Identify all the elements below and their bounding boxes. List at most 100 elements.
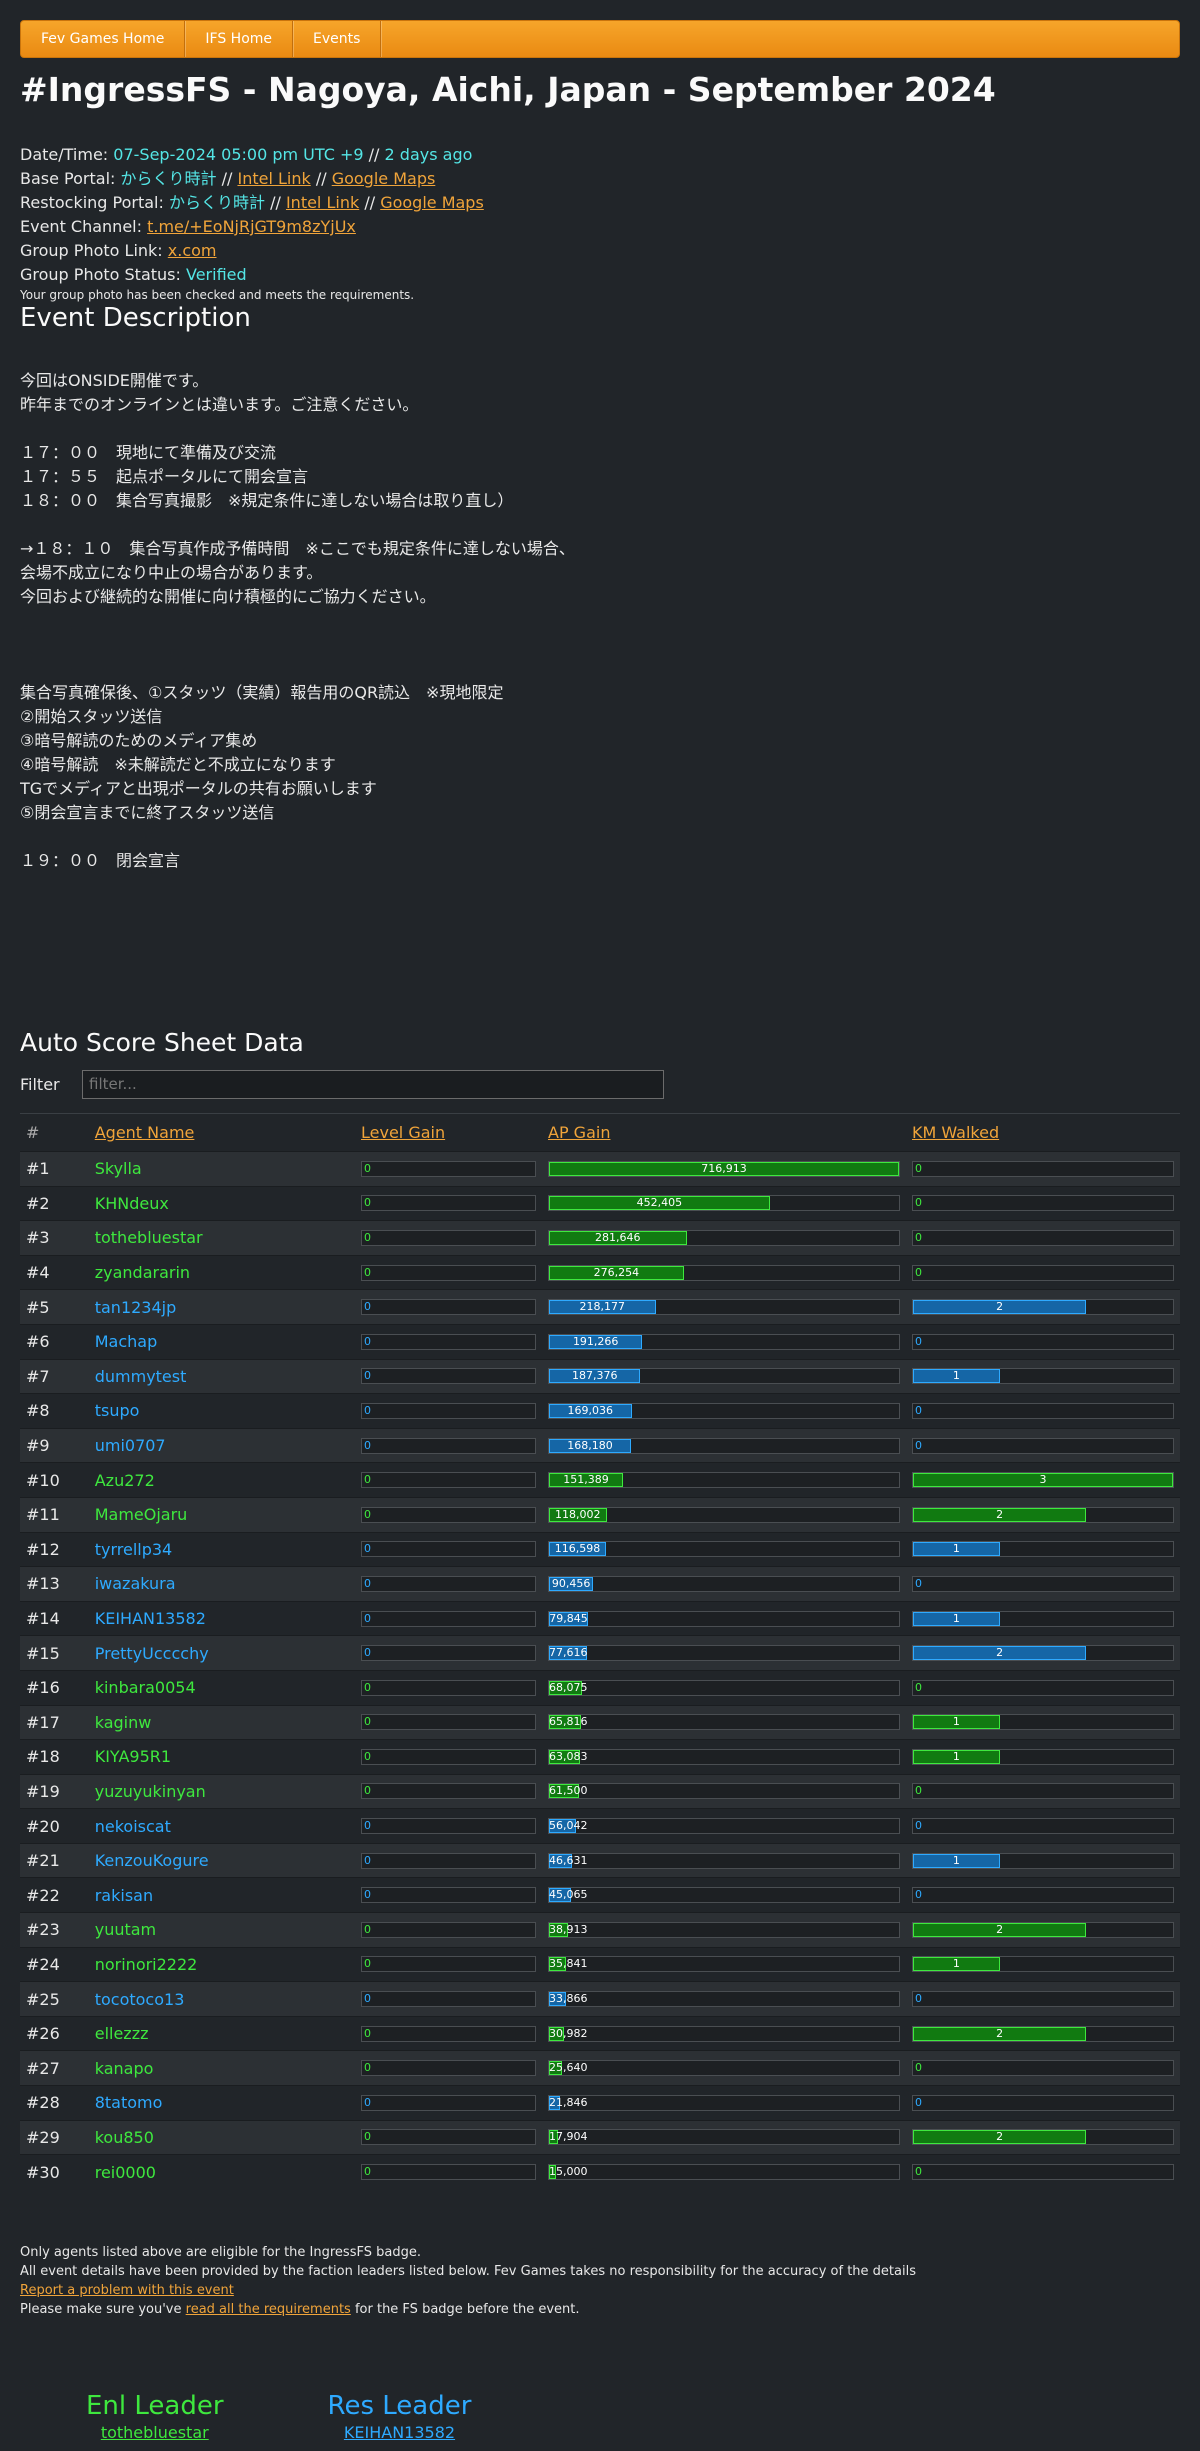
nav-events[interactable]: Events (293, 21, 382, 57)
level-gain-bar: 0 (361, 1575, 536, 1592)
level-gain-cell: 0 (355, 1878, 542, 1913)
base-intel-link[interactable]: Intel Link (237, 169, 310, 188)
agent-name: KIYA95R1 (94, 1747, 172, 1767)
agent-name: nekoiscat (94, 1816, 171, 1836)
km-walked-bar: 0 (912, 1333, 1174, 1350)
agent-name: norinori2222 (94, 1954, 198, 1974)
ap-gain-cell: 45,065 (542, 1878, 906, 1913)
ap-gain-cell: 63,083 (542, 1740, 906, 1775)
km-walked-bar: 0 (912, 1195, 1174, 1212)
level-gain-cell: 0 (355, 1670, 542, 1705)
filter-input[interactable] (82, 1069, 664, 1099)
ap-gain-bar: 169,036 (548, 1402, 900, 1419)
table-row: #28 8tatomo 0 21,846 0 (20, 2085, 1180, 2121)
km-walked-cell: 1 (906, 1740, 1180, 1775)
ap-gain-bar-label: 21,846 (549, 2095, 588, 2109)
agent-name: tsupo (94, 1401, 140, 1421)
col-rank: # (26, 1123, 40, 1142)
ap-gain-bar: 17,904 (548, 2129, 900, 2146)
level-gain-cell: 0 (355, 1705, 542, 1740)
km-walked-bar-label: 0 (915, 1403, 922, 1417)
agent-rank: #25 (26, 1989, 60, 2009)
level-gain-cell: 0 (355, 1359, 542, 1394)
level-gain-cell: 0 (355, 1463, 542, 1498)
nav-fev-games-home[interactable]: Fev Games Home (21, 21, 186, 57)
km-walked-cell: 0 (906, 1221, 1180, 1256)
km-walked-bar-label: 0 (915, 1992, 922, 2006)
km-walked-cell: 0 (906, 1324, 1180, 1359)
base-portal-row: Base Portal: からくり時計 // Intel Link // Goo… (20, 167, 1180, 191)
score-heading: Auto Score Sheet Data (20, 1028, 304, 1057)
level-gain-bar-label: 0 (364, 1369, 371, 1383)
channel-link[interactable]: t.me/+EoNjRjGT9m8zYjUx (147, 217, 356, 236)
level-gain-bar: 0 (361, 1783, 536, 1800)
km-walked-cell: 0 (906, 1774, 1180, 1809)
ap-gain-bar-label: 191,266 (572, 1334, 619, 1348)
restock-maps-link[interactable]: Google Maps (380, 193, 484, 212)
level-gain-bar-label: 0 (364, 2165, 371, 2179)
level-gain-bar: 0 (361, 2094, 536, 2111)
ap-gain-cell: 191,266 (542, 1324, 906, 1359)
photo-link[interactable]: x.com (168, 241, 217, 260)
col-agent-name[interactable]: Agent Name (89, 1114, 355, 1152)
km-walked-bar-label: 1 (952, 1853, 960, 1867)
ap-gain-bar-label: 63,083 (549, 1749, 588, 1763)
base-maps-link[interactable]: Google Maps (332, 169, 436, 188)
table-row: #14 KEIHAN13582 0 79,845 1 (20, 1601, 1180, 1636)
level-gain-bar: 0 (361, 1887, 536, 1904)
km-walked-bar: 2 (912, 1506, 1174, 1523)
ap-gain-cell: 218,177 (542, 1290, 906, 1325)
agent-rank: #22 (26, 1885, 60, 1905)
level-gain-cell: 0 (355, 2016, 542, 2051)
ap-gain-bar-label: 281,646 (595, 1230, 641, 1244)
ap-gain-bar-label: 187,376 (571, 1369, 618, 1383)
table-row: #1 Skylla 0 716,913 0 (20, 1151, 1180, 1187)
table-row: #16 kinbara0054 0 68,075 0 (20, 1670, 1180, 1705)
ap-gain-bar-label: 79,845 (549, 1611, 588, 1625)
agent-rank: #27 (26, 2058, 60, 2078)
km-walked-cell: 0 (906, 1809, 1180, 1844)
ap-gain-bar: 15,000 (548, 2164, 900, 2181)
score-body: #1 Skylla 0 716,913 0 #2 KHNdeux 0 452,405 0 #3 tot… (20, 1151, 1180, 2190)
level-gain-bar: 0 (361, 1472, 536, 1489)
agent-name: KenzouKogure (94, 1851, 209, 1871)
col-level-gain[interactable]: Level Gain (355, 1114, 542, 1152)
restock-intel-link[interactable]: Intel Link (286, 193, 359, 212)
res-leader-link[interactable]: KEIHAN13582 (344, 2423, 455, 2442)
level-gain-bar: 0 (361, 1264, 536, 1281)
agent-rank: #4 (26, 1263, 50, 1283)
ap-gain-bar: 35,841 (548, 1956, 900, 1973)
ap-gain-cell: 46,631 (542, 1843, 906, 1878)
level-gain-bar: 0 (361, 1229, 536, 1246)
km-walked-bar-label: 3 (1039, 1473, 1047, 1487)
km-walked-bar-label: 2 (996, 2130, 1004, 2144)
ap-gain-cell: 56,042 (542, 1809, 906, 1844)
level-gain-bar-label: 0 (364, 1403, 371, 1417)
km-walked-bar: 2 (912, 1299, 1174, 1316)
enl-leader-link[interactable]: tothebluestar (101, 2423, 209, 2442)
km-walked-cell: 0 (906, 2086, 1180, 2121)
agent-rank: #24 (26, 1954, 60, 1974)
level-gain-cell: 0 (355, 1324, 542, 1359)
col-km-walked[interactable]: KM Walked (906, 1114, 1180, 1152)
ap-gain-cell: 38,913 (542, 1913, 906, 1948)
level-gain-bar: 0 (361, 1679, 536, 1696)
km-walked-bar: 2 (912, 1921, 1174, 1938)
separator: // (359, 193, 381, 212)
ap-gain-bar-label: 15,000 (549, 2165, 588, 2179)
channel-row: Event Channel: t.me/+EoNjRjGT9m8zYjUx (20, 215, 1180, 239)
res-leader: Res Leader KEIHAN13582 (328, 2389, 472, 2442)
agent-rank: #30 (26, 2162, 60, 2182)
km-walked-bar: 0 (912, 1402, 1174, 1419)
photo-status-label: Group Photo Status: (20, 265, 181, 284)
nav-ifs-home[interactable]: IFS Home (185, 21, 294, 57)
datetime-row: Date/Time: 07-Sep-2024 05:00 pm UTC +9 /… (20, 143, 1180, 167)
requirements-link[interactable]: read all the requirements (186, 2302, 351, 2317)
level-gain-bar-label: 0 (364, 1196, 371, 1210)
level-gain-cell: 0 (355, 1532, 542, 1567)
report-problem-link[interactable]: Report a problem with this event (20, 2283, 234, 2298)
agent-rank: #16 (26, 1678, 60, 1698)
km-walked-bar-label: 1 (952, 1957, 960, 1971)
km-walked-bar: 0 (912, 1575, 1174, 1592)
col-ap-gain[interactable]: AP Gain (542, 1114, 906, 1152)
